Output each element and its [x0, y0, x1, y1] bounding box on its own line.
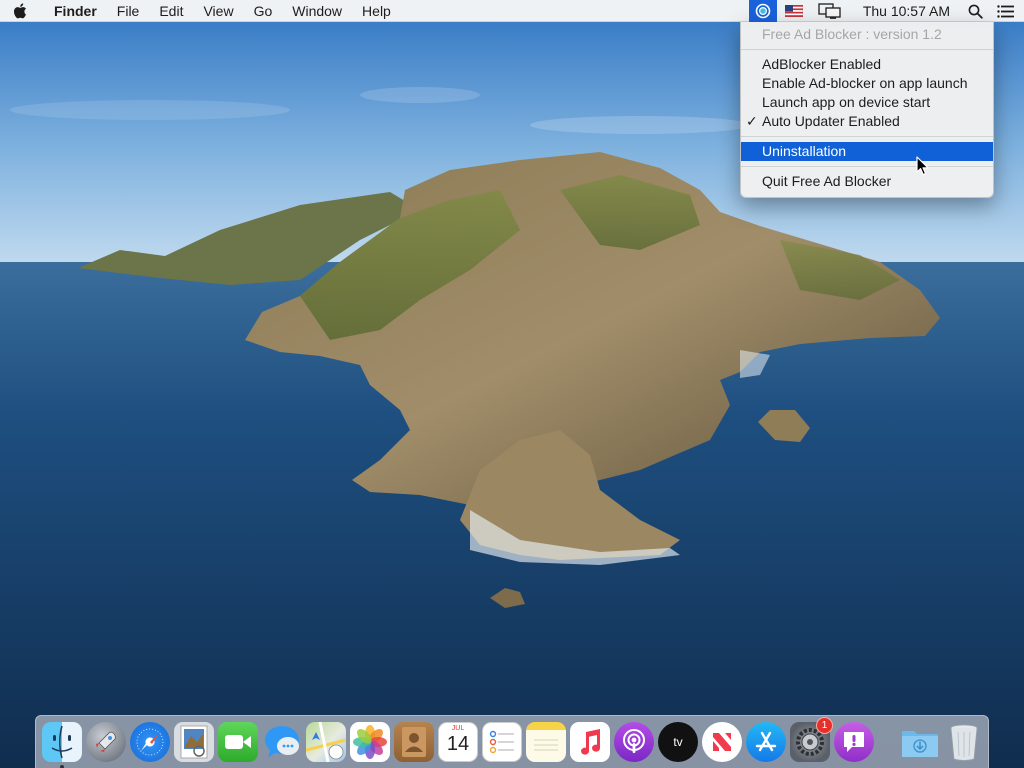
menu-item-label: Auto Updater Enabled — [762, 113, 900, 129]
dock: JUL 14 tv 1 — [35, 715, 989, 768]
news-icon[interactable] — [702, 722, 742, 762]
menu-item-quit[interactable]: Quit Free Ad Blocker — [741, 172, 993, 191]
menu-item-adblocker-enabled[interactable]: AdBlocker Enabled — [741, 55, 993, 74]
apple-menu-icon[interactable] — [0, 0, 40, 22]
app-store-icon[interactable] — [746, 722, 786, 762]
photos-icon[interactable] — [350, 722, 390, 762]
display-mirroring-icon[interactable] — [811, 0, 849, 22]
menu-bar: Finder File Edit View Go Window Help Thu… — [0, 0, 1024, 22]
tv-icon[interactable]: tv — [658, 722, 698, 762]
menu-item-enable-on-launch[interactable]: Enable Ad-blocker on app launch — [741, 74, 993, 93]
menu-window[interactable]: Window — [282, 0, 352, 22]
notification-center-icon[interactable] — [990, 0, 1024, 22]
app-menu-finder[interactable]: Finder — [40, 0, 107, 22]
adblocker-status-icon[interactable] — [748, 0, 777, 22]
menu-edit[interactable]: Edit — [149, 0, 193, 22]
calendar-day: 14 — [446, 733, 470, 755]
launchpad-icon[interactable] — [86, 722, 126, 762]
messages-icon[interactable] — [262, 722, 302, 762]
finder-icon[interactable] — [42, 722, 82, 768]
music-icon[interactable] — [570, 722, 610, 762]
menu-item-label: Enable Ad-blocker on app launch — [762, 75, 968, 91]
adblocker-status-menu: Free Ad Blocker : version 1.2 AdBlocker … — [740, 22, 994, 198]
checkmark-icon: ✓ — [746, 113, 758, 129]
menu-go[interactable]: Go — [244, 0, 283, 22]
menu-help[interactable]: Help — [352, 0, 401, 22]
menu-item-label: AdBlocker Enabled — [762, 56, 882, 72]
mouse-pointer-icon — [916, 156, 929, 176]
feedback-assistant-icon[interactable] — [834, 722, 874, 762]
system-preferences-icon[interactable]: 1 — [790, 717, 833, 762]
notes-icon[interactable] — [526, 722, 566, 762]
tv-label: tv — [673, 735, 683, 749]
menu-item-launch-on-start[interactable]: Launch app on device start — [741, 93, 993, 112]
menu-item-uninstallation[interactable]: Uninstallation — [741, 142, 993, 161]
menu-item-auto-updater[interactable]: ✓ Auto Updater Enabled — [741, 112, 993, 131]
trash-icon[interactable] — [944, 722, 984, 762]
contacts-icon[interactable] — [394, 722, 434, 762]
menu-separator — [741, 136, 993, 137]
safari-icon[interactable] — [130, 722, 170, 762]
calendar-icon[interactable]: JUL 14 — [438, 722, 478, 762]
menu-separator — [741, 49, 993, 50]
menu-separator — [741, 166, 993, 167]
facetime-icon[interactable] — [218, 722, 258, 762]
menu-version-header: Free Ad Blocker : version 1.2 — [762, 26, 942, 42]
spotlight-search-icon[interactable] — [960, 0, 990, 22]
preview-icon[interactable] — [174, 722, 214, 762]
downloads-folder-icon[interactable] — [900, 722, 940, 762]
menu-view[interactable]: View — [193, 0, 243, 22]
menu-bar-clock[interactable]: Thu 10:57 AM — [849, 0, 960, 22]
calendar-month: JUL — [451, 725, 465, 732]
maps-icon[interactable] — [306, 722, 346, 762]
podcasts-icon[interactable] — [614, 722, 654, 762]
notification-badge: 1 — [816, 717, 833, 734]
menu-item-label: Launch app on device start — [762, 94, 931, 110]
us-flag-input-icon[interactable] — [777, 0, 811, 22]
menu-bar-status-area: Thu 10:57 AM — [748, 0, 1024, 22]
menu-file[interactable]: File — [107, 0, 150, 22]
reminders-icon[interactable] — [482, 722, 522, 762]
menu-bar-left: Finder File Edit View Go Window Help — [0, 0, 401, 22]
